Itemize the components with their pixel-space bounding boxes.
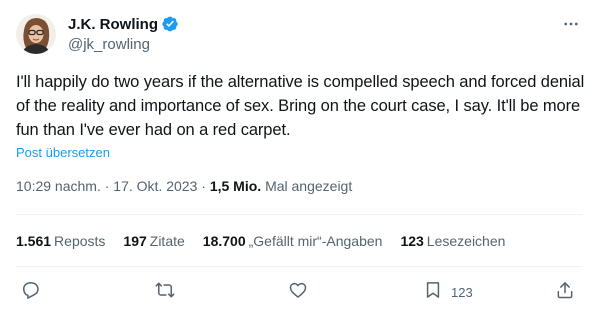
tweet-time[interactable]: 10:29 nachm.: [16, 178, 101, 194]
stat-label: Reposts: [54, 233, 106, 249]
stat-count: 18.700: [202, 233, 246, 249]
like-button[interactable]: [288, 280, 308, 304]
engagement-stats: 1.561 Reposts 197 Zitate 18.700 „Gefällt mi…: [16, 233, 523, 249]
meta-separator: ·: [201, 178, 206, 194]
tweet-card: J.K. Rowling @jk_rowling I'll happily do…: [0, 0, 597, 312]
stat-label: Zitate: [149, 233, 185, 249]
avatar[interactable]: [16, 14, 56, 54]
share-icon: [555, 280, 575, 305]
quotes-stat[interactable]: 197 Zitate: [123, 233, 184, 249]
action-bar: 123: [0, 280, 597, 304]
views-label: Mal angezeigt: [265, 178, 353, 194]
reposts-stat[interactable]: 1.561 Reposts: [16, 233, 105, 249]
author-name[interactable]: J.K. Rowling: [68, 16, 158, 33]
author-handle[interactable]: @jk_rowling: [68, 36, 179, 53]
likes-stat[interactable]: 18.700 „Gefällt mir“-Angaben: [203, 233, 383, 249]
stat-count: 123: [400, 233, 424, 249]
translate-link[interactable]: Post übersetzen: [16, 145, 110, 160]
bookmark-button[interactable]: 123: [423, 280, 473, 304]
avatar-image: [16, 14, 56, 54]
reply-button[interactable]: [20, 280, 40, 304]
stat-label: „Gefällt mir“-Angaben: [248, 233, 383, 249]
views-count: 1,5 Mio.: [209, 178, 262, 194]
bookmark-count: 123: [451, 284, 473, 300]
heart-icon: [288, 280, 308, 305]
divider: [16, 214, 582, 215]
stat-count: 197: [123, 233, 147, 249]
meta-separator: ·: [104, 178, 110, 194]
reply-icon: [20, 280, 40, 305]
author-block: J.K. Rowling @jk_rowling: [68, 14, 179, 53]
repost-icon: [155, 280, 175, 305]
divider: [16, 266, 582, 267]
stat-label: Lesezeichen: [426, 233, 506, 249]
more-options-icon[interactable]: [561, 14, 581, 34]
bookmark-icon: [423, 280, 443, 305]
share-button[interactable]: [555, 280, 575, 304]
tweet-text: I'll happily do two years if the alterna…: [16, 73, 585, 139]
bookmarks-stat[interactable]: 123 Lesezeichen: [400, 233, 505, 249]
repost-button[interactable]: [155, 280, 175, 304]
verified-badge-icon: [161, 15, 179, 33]
tweet-date[interactable]: 17. Okt. 2023: [113, 178, 197, 194]
stat-count: 1.561: [16, 233, 52, 249]
tweet-meta: 10:29 nachm. · 17. Okt. 2023 · 1,5 Mio. …: [16, 178, 352, 194]
